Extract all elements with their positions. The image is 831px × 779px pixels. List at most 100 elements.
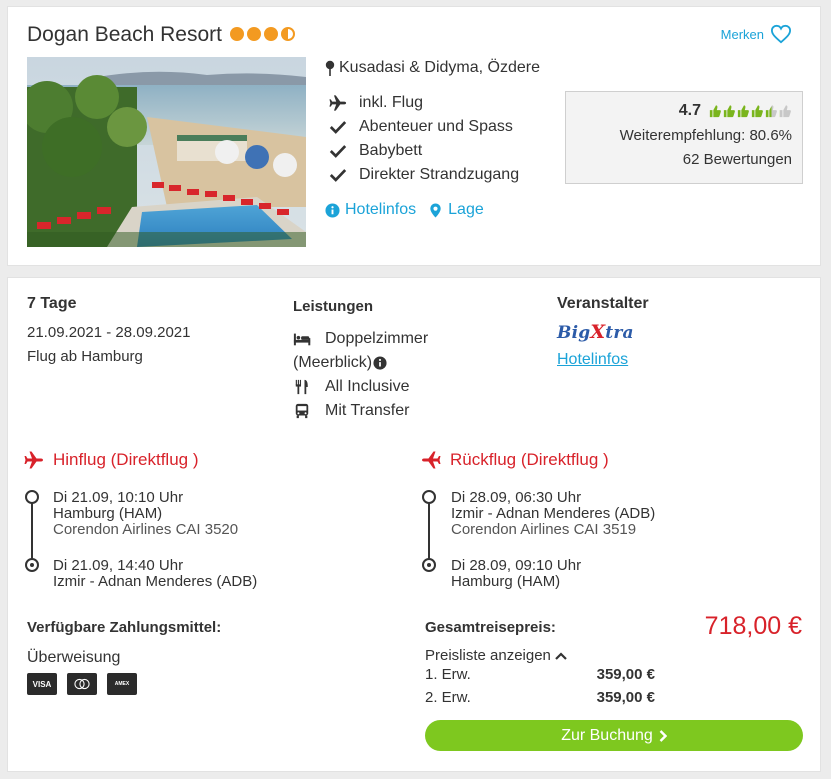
arrival-dot: [422, 558, 436, 572]
outbound-title: Hinflug (Direktflug ): [23, 450, 199, 470]
location: Kusadasi & Didyma, Özdere: [325, 59, 540, 77]
duration: 7 Tage: [27, 295, 77, 312]
plane-return-icon: [422, 451, 441, 469]
price-list: 1. Erw. 359,00 € 2. Erw. 359,00 €: [425, 663, 655, 709]
hotel-links: Hotelinfos Lage: [325, 201, 484, 219]
plane-icon: [329, 95, 347, 111]
hotel-card: Dogan Beach Resort Merken Kusadasi & Did…: [7, 6, 821, 266]
return-departure: Di 28.09, 06:30 Uhr Izmir - Adnan Mender…: [451, 490, 655, 538]
services-block: Leistungen Doppelzimmer (Meerblick) All …: [293, 298, 493, 423]
visa-icon: VISA: [27, 673, 57, 695]
thumb-up-icon: [737, 105, 749, 118]
service-item: Mit Transfer: [293, 399, 493, 423]
thumb-up-icon: [723, 105, 735, 118]
service-item-extra: (Meerblick): [293, 351, 493, 375]
payment-cards: VISA AMEX: [27, 673, 137, 695]
service-label: All Inclusive: [325, 378, 410, 395]
return-timeline: [422, 490, 436, 572]
hotel-photo-illustration: [27, 57, 306, 247]
arrival-dot: [25, 558, 39, 572]
mastercard-icon: [67, 673, 97, 695]
location-text: Kusadasi & Didyma, Özdere: [339, 59, 540, 76]
hotel-name[interactable]: Dogan Beach Resort: [27, 23, 222, 47]
book-label: Zur Buchung: [561, 726, 653, 744]
info-icon: [325, 202, 340, 218]
star-rating: [230, 27, 295, 41]
star-icon: [230, 27, 244, 41]
hotelinfos-link[interactable]: Hotelinfos: [325, 201, 416, 219]
return-arr-time: Di 28.09, 09:10 Uhr: [451, 557, 582, 574]
hotelinfos-label: Hotelinfos: [345, 201, 417, 218]
lage-link[interactable]: Lage: [428, 201, 484, 219]
merken-button[interactable]: Merken: [721, 24, 792, 44]
star-icon: [247, 27, 261, 41]
chevron-right-icon: [659, 729, 667, 742]
services-title: Leistungen: [293, 298, 374, 315]
outbound-airline: Corendon Airlines CAI 3520: [53, 521, 239, 538]
service-item: Doppelzimmer: [293, 327, 493, 351]
cutlery-icon: [295, 379, 308, 395]
departure-dot: [422, 490, 436, 504]
plane-icon: [24, 451, 43, 469]
thumbs-rating: [709, 103, 792, 119]
departure-city: Flug ab Hamburg: [27, 348, 143, 365]
feature-label: inkl. Flug: [359, 94, 424, 111]
outbound-arrival: Di 21.09, 14:40 Uhr Izmir - Adnan Mender…: [53, 558, 257, 590]
star-icon: [264, 27, 278, 41]
check-icon: [329, 169, 347, 182]
return-dep-airport: Izmir - Adnan Menderes (ADB): [451, 505, 656, 522]
feature-item: inkl. Flug: [325, 91, 519, 115]
recommendation-text: Weiterempfehlung: 80.6%: [619, 127, 792, 144]
price-row: 2. Erw. 359,00 €: [425, 689, 655, 706]
hotel-photo[interactable]: [27, 57, 306, 247]
outbound-departure: Di 21.09, 10:10 Uhr Hamburg (HAM) Corend…: [53, 490, 238, 538]
review-count: 62 Bewertungen: [682, 151, 792, 168]
return-arrival: Di 28.09, 09:10 Uhr Hamburg (HAM): [451, 558, 581, 590]
chevron-up-icon: [555, 651, 567, 660]
bed-icon: [293, 333, 311, 346]
operator-title: Veranstalter: [557, 295, 649, 312]
rating-box[interactable]: 4.7 Weiterempfehlung: 80.6% 62 Bewertung…: [565, 91, 803, 184]
thumb-up-icon: [765, 105, 777, 118]
room-view: (Meerblick): [293, 354, 373, 371]
map-pin-icon: [430, 202, 441, 218]
operator-block: Veranstalter BigXtra Hotelinfos: [557, 295, 649, 369]
check-icon: [329, 145, 347, 158]
amex-icon: AMEX: [107, 673, 137, 695]
return-arr-airport: Hamburg (HAM): [451, 573, 561, 590]
feature-item: Babybett: [325, 139, 519, 163]
price-list-toggle[interactable]: Preisliste anzeigen: [425, 647, 567, 664]
lage-label: Lage: [448, 201, 484, 218]
outbound-dep-airport: Hamburg (HAM): [53, 505, 163, 522]
price-row: 1. Erw. 359,00 €: [425, 666, 655, 683]
outbound-arr-airport: Izmir - Adnan Menderes (ADB): [53, 573, 258, 590]
return-title: Rückflug (Direktflug ): [420, 450, 609, 470]
operator-hotelinfos-link[interactable]: Hotelinfos: [557, 351, 628, 369]
trip-card: 7 Tage 21.09.2021 - 28.09.2021 Flug ab H…: [7, 277, 821, 772]
feature-label: Babybett: [359, 142, 423, 159]
operator-logo: BigXtra: [557, 321, 634, 343]
info-icon[interactable]: [373, 356, 387, 370]
feature-label: Abenteuer und Spass: [359, 118, 513, 135]
half-star-icon: [281, 27, 295, 41]
total-title: Gesamtreisepreis:: [425, 619, 556, 636]
service-item: All Inclusive: [293, 375, 493, 399]
return-airline: Corendon Airlines CAI 3519: [451, 521, 637, 538]
rating-score: 4.7: [678, 102, 701, 119]
travel-dates: 21.09.2021 - 28.09.2021: [27, 324, 191, 341]
outbound-timeline: [25, 490, 39, 572]
departure-dot: [25, 490, 39, 504]
feature-label: Direkter Strandzugang: [359, 166, 520, 183]
feature-list: inkl. Flug Abenteuer und Spass Babybett …: [325, 91, 519, 187]
book-button[interactable]: Zur Buchung: [425, 720, 803, 751]
thumb-up-icon: [751, 105, 763, 118]
outbound-flight: Hinflug (Direktflug ): [23, 450, 199, 470]
heart-icon: [770, 24, 792, 44]
feature-item: Direkter Strandzugang: [325, 163, 519, 187]
outbound-dep-time: Di 21.09, 10:10 Uhr: [53, 489, 184, 506]
service-label: Doppelzimmer: [325, 330, 429, 347]
service-label: Mit Transfer: [325, 402, 410, 419]
total-price: 718,00 €: [704, 612, 802, 640]
merken-label: Merken: [720, 26, 764, 42]
payment-title: Verfügbare Zahlungsmittel:: [27, 619, 222, 636]
